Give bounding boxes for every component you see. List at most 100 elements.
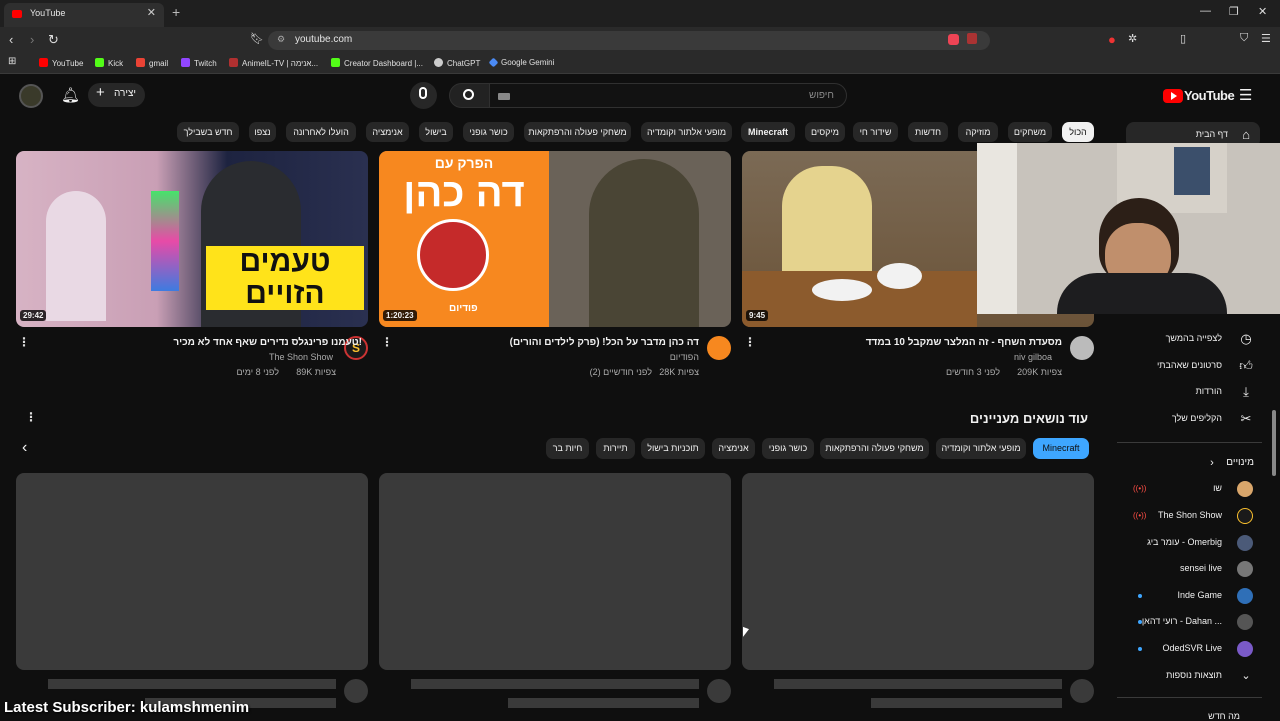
search-button[interactable] bbox=[449, 83, 490, 108]
channel-avatar[interactable] bbox=[1070, 336, 1094, 360]
video-channel[interactable]: niv gilboa bbox=[1014, 352, 1052, 362]
puzzle-icon[interactable]: ✲ bbox=[1128, 32, 1137, 45]
chip[interactable]: חדשות bbox=[908, 122, 948, 142]
sidebar-subscription[interactable]: sensei live bbox=[1117, 560, 1262, 578]
video-age: לפני חודשיים (2) bbox=[589, 367, 652, 377]
more-options-icon[interactable]: ⋮ bbox=[381, 335, 393, 349]
topic-chip[interactable]: Minecraft bbox=[1033, 438, 1089, 459]
site-info-icon[interactable]: ⚙︎ bbox=[277, 34, 285, 45]
sidebar-item-liked[interactable]: סרטונים שאהבתי 👍︎ bbox=[1117, 357, 1262, 375]
hamburger-menu-icon[interactable]: ☰ bbox=[1239, 86, 1252, 104]
chip[interactable]: הכול bbox=[1062, 122, 1094, 142]
show-more-button[interactable]: תוצאות נוספות ⌄ bbox=[1117, 667, 1262, 685]
channel-avatar[interactable] bbox=[707, 336, 731, 360]
sidebar-scrollbar[interactable] bbox=[1272, 410, 1276, 476]
create-button[interactable]: + יצירה bbox=[88, 83, 145, 107]
voice-search-button[interactable] bbox=[410, 82, 437, 109]
video-views: 209K צפיות bbox=[1017, 367, 1062, 377]
keyboard-icon[interactable] bbox=[498, 93, 510, 100]
video-thumbnail[interactable]: הפרק עם דה כהן פודיום 1:20:23 bbox=[379, 151, 731, 327]
topic-chip[interactable]: אנימציה bbox=[712, 438, 755, 459]
shield-icon[interactable]: ⛉ bbox=[1240, 32, 1248, 45]
chip[interactable]: בישול bbox=[419, 122, 453, 142]
address-bar[interactable]: ⚙︎ youtube.com bbox=[268, 31, 990, 50]
back-icon[interactable]: ‹ bbox=[9, 32, 13, 47]
topic-chip[interactable]: תיירות bbox=[596, 438, 635, 459]
bookmark-label: AnimeIL-TV | אנימה... bbox=[242, 59, 319, 68]
topic-chip[interactable]: חיות בר bbox=[546, 438, 589, 459]
bookmark-label: Twitch bbox=[194, 59, 217, 68]
chip[interactable]: משחקי פעולה והרפתקאות bbox=[524, 122, 631, 142]
sidebar-item-downloads[interactable]: הורדות ⤓ bbox=[1117, 383, 1262, 401]
more-options-icon[interactable]: ⋮ bbox=[744, 335, 756, 349]
notifications-bell-icon[interactable]: 🔔︎ bbox=[61, 86, 80, 104]
sidebar-item-label: לצפייה בהמשך bbox=[1165, 333, 1222, 343]
apps-grid-icon[interactable]: ⊞ bbox=[8, 56, 16, 67]
bookmark-item[interactable]: Kick bbox=[95, 58, 123, 68]
forward-icon[interactable]: › bbox=[30, 32, 34, 47]
topic-chip[interactable]: כושר גופני bbox=[762, 438, 814, 459]
new-tab-icon[interactable]: + bbox=[172, 4, 180, 20]
thumbnail-text: טעמים הזויים bbox=[206, 246, 364, 310]
bookmark-item[interactable]: Twitch bbox=[181, 58, 217, 68]
sidebar-subscription[interactable]: רועי דהאן - Dahan ... bbox=[1117, 613, 1262, 631]
subscription-avatar bbox=[1237, 614, 1253, 630]
sidebar-item-clips[interactable]: הקליפים שלך ✂ bbox=[1117, 410, 1262, 428]
more-options-icon[interactable]: ⋮ bbox=[18, 335, 30, 349]
video-thumbnail[interactable]: טעמים הזויים 29:42 bbox=[16, 151, 368, 327]
search-input[interactable]: חיפוש bbox=[489, 83, 847, 108]
video-channel[interactable]: The Shon Show bbox=[269, 352, 333, 362]
sidebar-subscription[interactable]: עומר ביג - Omerbig bbox=[1117, 534, 1262, 552]
chip[interactable]: כושר גופני bbox=[463, 122, 514, 142]
chip[interactable]: נצפו bbox=[249, 122, 276, 142]
video-title[interactable]: טעמנו פרינגלס נדירים שאף אחד לא מכיר! bbox=[173, 337, 362, 348]
browser-tab[interactable]: YouTube ✕ bbox=[4, 3, 164, 27]
chip[interactable]: הועלו לאחרונה bbox=[286, 122, 356, 142]
chip[interactable]: מיקסים bbox=[805, 122, 845, 142]
bookmark-item[interactable]: YouTube bbox=[39, 58, 83, 68]
restore-icon[interactable]: ❐ bbox=[1229, 5, 1239, 18]
bookmark-item[interactable]: Creator Dashboard |... bbox=[331, 58, 423, 68]
minimize-icon[interactable]: — bbox=[1200, 5, 1211, 17]
account-avatar[interactable] bbox=[19, 84, 43, 108]
topic-chip[interactable]: מופעי אלתור וקומדיה bbox=[936, 438, 1026, 459]
video-title[interactable]: דה כהן מדבר על הכל! (פרק לילדים והורים) bbox=[510, 337, 699, 348]
chip[interactable]: משחקים bbox=[1008, 122, 1052, 142]
sidebar-subscription[interactable]: Inde Game bbox=[1117, 587, 1262, 605]
extension-icon[interactable]: ● bbox=[1108, 32, 1116, 47]
close-window-icon[interactable]: ✕ bbox=[1258, 5, 1267, 18]
sidebar-subscription[interactable]: ((•)) The Shon Show bbox=[1117, 507, 1262, 525]
chevron-down-icon: ⌄ bbox=[1241, 670, 1251, 682]
video-channel[interactable]: הפודיום bbox=[670, 352, 699, 362]
topic-chip[interactable]: תוכניות בישול bbox=[641, 438, 705, 459]
chip[interactable]: Minecraft bbox=[741, 122, 795, 142]
bookmark-item[interactable]: ChatGPT bbox=[434, 58, 480, 68]
chevron-left-icon[interactable]: ‹ bbox=[22, 439, 27, 457]
close-tab-icon[interactable]: ✕ bbox=[147, 6, 156, 19]
bookmark-icon[interactable]: 🔖︎ bbox=[250, 32, 264, 45]
guest-logo-icon bbox=[417, 219, 489, 291]
brave-shield-icon[interactable] bbox=[967, 33, 977, 44]
video-title[interactable]: מסעדת השחף - זה המלצר שמקבל 10 במדד bbox=[866, 337, 1062, 348]
loading-meta bbox=[508, 698, 699, 708]
brave-rewards-icon[interactable] bbox=[948, 34, 959, 45]
menu-icon[interactable]: ☰ bbox=[1261, 32, 1271, 45]
sidebar-subscription[interactable]: OdedSVR Live bbox=[1117, 640, 1262, 658]
chip[interactable]: שידור חי bbox=[853, 122, 898, 142]
chip[interactable]: חדש בשבילך bbox=[177, 122, 239, 142]
bookmark-item[interactable]: Google Gemini bbox=[488, 57, 554, 68]
chip[interactable]: אנימציה bbox=[366, 122, 409, 142]
sidebar-toggle-icon[interactable]: ▯ bbox=[1180, 32, 1186, 45]
topic-chip[interactable]: משחקי פעולה והרפתקאות bbox=[820, 438, 929, 459]
sidebar-subscription[interactable]: ((•)) שו bbox=[1117, 480, 1262, 498]
bookmark-item[interactable]: AnimeIL-TV | אנימה... bbox=[229, 58, 318, 68]
download-icon: ⤓ bbox=[1243, 384, 1249, 399]
bookmark-item[interactable]: gmail bbox=[136, 58, 168, 68]
subscriptions-header[interactable]: מינויים › bbox=[1117, 454, 1262, 472]
reload-icon[interactable]: ↻ bbox=[48, 32, 59, 48]
sidebar-item-watch-later[interactable]: לצפייה בהמשך ◷ bbox=[1117, 330, 1262, 348]
chip[interactable]: מופעי אלתור וקומדיה bbox=[641, 122, 732, 142]
animeil-icon bbox=[229, 58, 238, 67]
more-options-icon[interactable]: ⋮ bbox=[25, 410, 37, 424]
chip[interactable]: מוזיקה bbox=[958, 122, 998, 142]
